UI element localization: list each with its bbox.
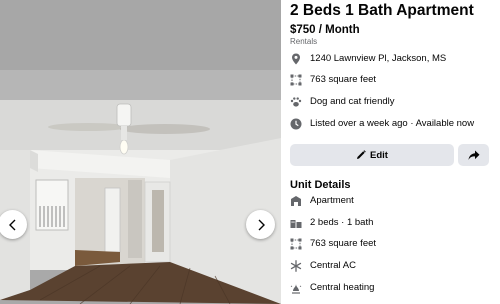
size-text: 763 square feet — [310, 74, 377, 85]
unit-rooms-text: 2 beds · 1 bath — [310, 217, 374, 228]
listing-photo — [0, 0, 281, 304]
summary-location-row[interactable]: 1240 Lawnview Pl, Jackson, MS — [290, 51, 446, 67]
unit-size-row: 763 square feet — [290, 236, 376, 252]
summary-pets-row: Dog and cat friendly — [290, 94, 395, 110]
unit-ac-row: Central AC — [290, 258, 356, 274]
summary-size-row: 763 square feet — [290, 72, 376, 88]
building-icon — [291, 196, 301, 206]
unit-type-text: Apartment — [310, 195, 354, 206]
edit-listing-button[interactable]: Edit — [290, 144, 454, 166]
unit-ac-text: Central AC — [310, 260, 356, 271]
summary-listed-row: Listed over a week ago · Available now — [290, 116, 474, 132]
listing-category-link[interactable]: Rentals — [290, 37, 317, 47]
edit-button-label: Edit — [370, 149, 388, 161]
bed-bath-icon — [290, 220, 302, 228]
heating-icon — [290, 284, 302, 294]
listing-details-panel: 2 Beds 1 Bath Apartment $750 / Month Ren… — [281, 0, 500, 304]
pencil-icon — [357, 150, 366, 159]
square-feet-icon — [290, 238, 302, 250]
listing-price: $750 / Month — [290, 24, 360, 36]
unit-size-text: 763 square feet — [310, 238, 377, 249]
unit-heating-row: Central heating — [290, 280, 374, 296]
listed-text: Listed over a week ago · Available now — [310, 118, 475, 129]
clock-icon — [290, 118, 302, 130]
photo-viewer[interactable] — [0, 0, 281, 304]
chevron-left-icon — [8, 219, 15, 230]
next-photo-button[interactable] — [246, 210, 275, 239]
location-text: 1240 Lawnview Pl, Jackson, MS — [310, 53, 447, 64]
chevron-right-icon — [258, 219, 265, 230]
unit-type-row: Apartment — [290, 193, 354, 209]
pets-text: Dog and cat friendly — [310, 96, 395, 107]
location-pin-icon — [292, 53, 300, 65]
unit-details-heading: Unit Details — [290, 179, 351, 191]
unit-heating-text: Central heating — [310, 282, 375, 293]
snowflake-icon — [290, 260, 302, 272]
unit-rooms-row: 2 beds · 1 bath — [290, 215, 373, 231]
paw-icon — [290, 97, 302, 107]
square-feet-icon — [290, 74, 302, 86]
listing-title: 2 Beds 1 Bath Apartment — [290, 2, 474, 19]
share-arrow-icon — [468, 150, 479, 160]
share-button[interactable] — [458, 144, 489, 166]
